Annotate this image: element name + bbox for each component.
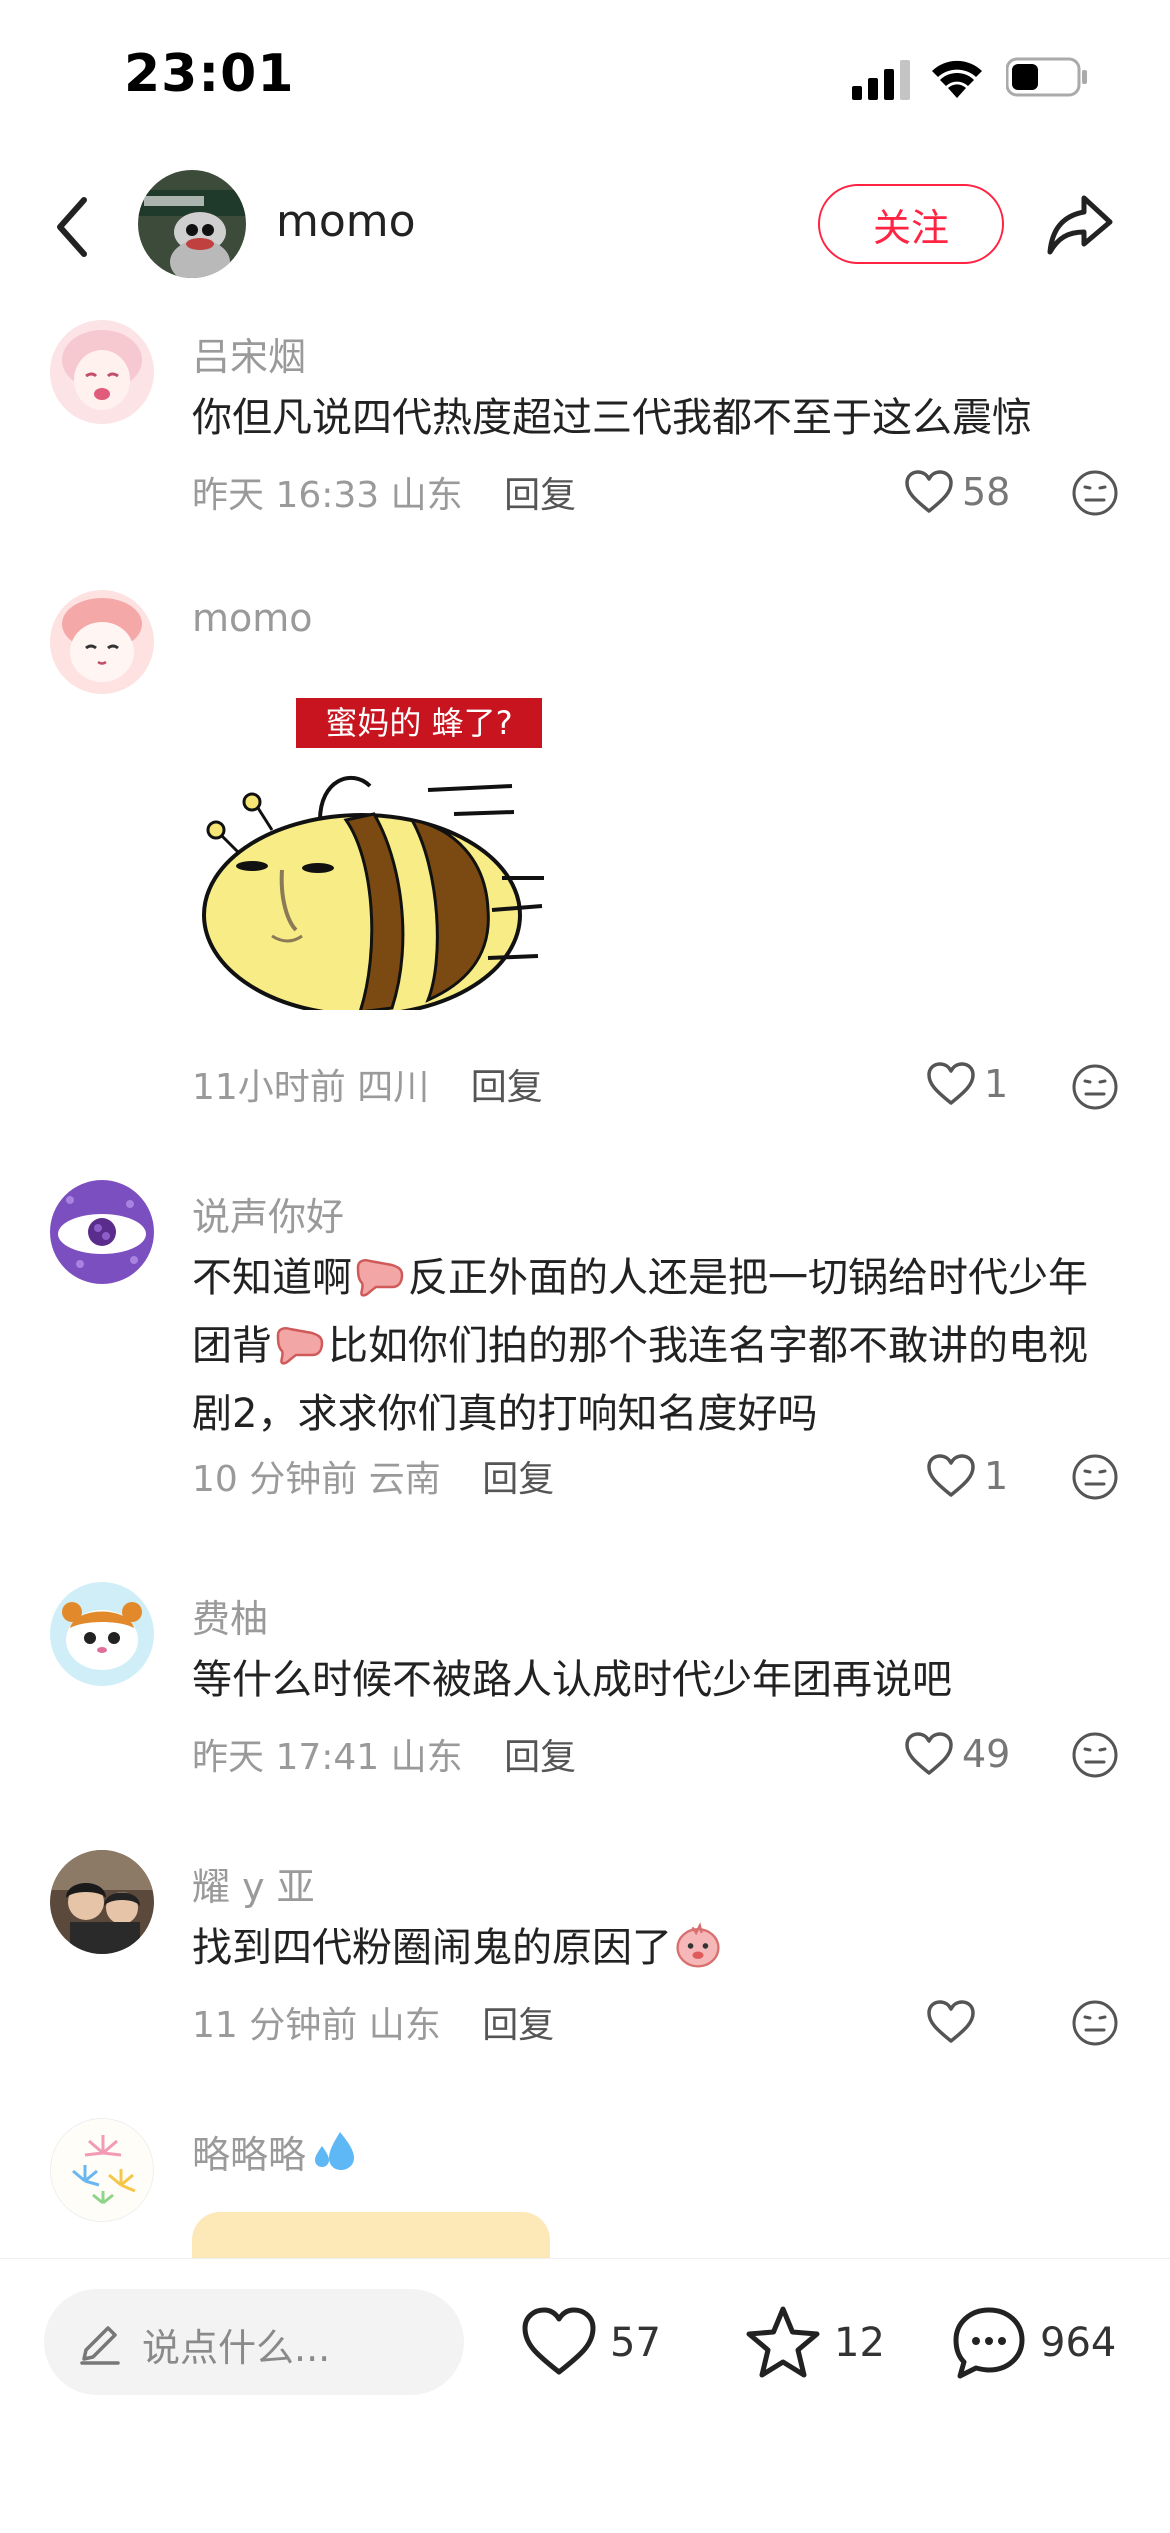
comment-location: 云南 xyxy=(368,1459,441,1500)
react-face-icon[interactable] xyxy=(1070,1730,1120,1780)
author-name[interactable]: momo xyxy=(276,196,416,247)
follow-button[interactable]: 关注 xyxy=(818,184,1004,264)
reply-button[interactable]: 回复 xyxy=(482,2005,554,2046)
comment-location: 山东 xyxy=(390,475,463,516)
thumbs-down-emoji-icon xyxy=(276,1327,324,1365)
comment-text: 不知道啊 反正外面的人还是把一切锅给时代少年团背 比如你们拍的那个我连名字都不敢讲的… xyxy=(192,1244,1122,1448)
comment-location: 四川 xyxy=(357,1067,430,1108)
comment-text-part: 找到四代粉圈闹鬼的原因了 xyxy=(192,1925,672,1971)
comment-time: 10 分钟前 xyxy=(192,1459,358,1500)
battery-icon xyxy=(1006,57,1087,97)
comment-meta: 昨天 17:41 山东 回复 xyxy=(192,1728,576,1780)
heart-icon xyxy=(522,2307,596,2375)
comment-meta: 10 分钟前 云南 回复 xyxy=(192,1450,554,1502)
comment-input-placeholder: 说点什么... xyxy=(142,2326,331,2370)
heart-icon xyxy=(927,2000,975,2043)
author-avatar[interactable] xyxy=(138,170,246,278)
scared-face-emoji-icon xyxy=(676,1922,720,1968)
commenter-avatar[interactable] xyxy=(50,2118,154,2222)
like-count: 1 xyxy=(984,1454,1009,1498)
comment-location: 山东 xyxy=(390,1737,463,1778)
star-count: 12 xyxy=(834,2320,885,2366)
like-button[interactable] xyxy=(926,1994,976,2050)
comment-time: 昨天 16:33 xyxy=(192,475,380,516)
comment-text-part: 不知道啊 xyxy=(192,1255,352,1301)
comment-text: 找到四代粉圈闹鬼的原因了 xyxy=(192,1914,1122,1982)
react-face-icon[interactable] xyxy=(1070,1452,1120,1502)
thumbs-down-emoji-icon xyxy=(356,1259,404,1297)
commenter-name[interactable]: 耀 y 亚 xyxy=(192,1856,315,1911)
like-button[interactable]: 58 xyxy=(904,464,1010,520)
commenter-name[interactable]: 略略略 xyxy=(192,2124,362,2179)
bottom-action-bar: 说点什么... 57 12 964 xyxy=(0,2258,1170,2533)
like-post-button[interactable]: 57 xyxy=(520,2303,661,2383)
comment-time: 11小时前 xyxy=(192,1067,346,1108)
react-face-icon[interactable] xyxy=(1070,468,1120,518)
commenter-name[interactable]: 吕宋烟 xyxy=(192,326,306,381)
comment-meta: 昨天 16:33 山东 回复 xyxy=(192,466,576,518)
post-header: momo 关注 xyxy=(0,160,1170,290)
commenter-name[interactable]: 说声你好 xyxy=(192,1186,344,1241)
commenter-name[interactable]: momo xyxy=(192,596,313,640)
comment-time: 昨天 17:41 xyxy=(192,1737,380,1778)
comment-count: 964 xyxy=(1040,2320,1117,2366)
wifi-icon xyxy=(932,60,982,98)
signal-icon xyxy=(852,60,910,100)
like-count: 57 xyxy=(610,2320,661,2366)
react-face-icon[interactable] xyxy=(1070,1062,1120,1112)
like-button[interactable]: 49 xyxy=(904,1726,1010,1782)
commenter-avatar[interactable] xyxy=(50,590,154,694)
comment-meta: 11 分钟前 山东 回复 xyxy=(192,1996,554,2048)
reply-button[interactable]: 回复 xyxy=(504,1737,576,1778)
heart-icon xyxy=(905,1732,953,1775)
heart-icon xyxy=(905,470,953,513)
share-icon[interactable] xyxy=(1044,188,1116,260)
status-time: 23:01 xyxy=(124,44,295,104)
reply-button[interactable]: 回复 xyxy=(471,1067,543,1108)
reply-button[interactable]: 回复 xyxy=(482,1459,554,1500)
like-count: 49 xyxy=(962,1732,1011,1776)
comment-input[interactable]: 说点什么... xyxy=(44,2289,464,2395)
commenter-name-text: 略略略 xyxy=(192,2133,307,2177)
commenter-avatar[interactable] xyxy=(50,320,154,424)
like-count: 58 xyxy=(962,470,1011,514)
pencil-icon xyxy=(80,2326,120,2365)
react-face-icon[interactable] xyxy=(1070,1998,1120,2048)
like-count: 1 xyxy=(984,1062,1009,1106)
comment-text: 等什么时候不被路人认成时代少年团再说吧 xyxy=(192,1657,952,1703)
status-bar: 23:01 xyxy=(0,0,1170,150)
back-chevron-icon[interactable] xyxy=(52,194,92,260)
commenter-name[interactable]: 费柚 xyxy=(192,1588,268,1643)
like-button[interactable]: 1 xyxy=(926,1056,1008,1112)
collect-button[interactable]: 12 xyxy=(744,2303,885,2383)
comment-bubble-icon xyxy=(953,2307,1025,2379)
heart-icon xyxy=(927,1062,975,1105)
comment-time: 11 分钟前 xyxy=(192,2005,358,2046)
bee-sticker-image: 蜜妈的 蜂了? xyxy=(202,698,544,1010)
like-button[interactable]: 1 xyxy=(926,1448,1008,1504)
comments-button[interactable]: 964 xyxy=(950,2303,1116,2383)
heart-icon xyxy=(927,1454,975,1497)
sweat-droplets-emoji-icon xyxy=(315,2132,355,2170)
sticker-caption: 蜜妈的 蜂了? xyxy=(325,704,512,742)
star-icon xyxy=(746,2306,820,2378)
reply-button[interactable]: 回复 xyxy=(504,475,576,516)
comment-meta: 11小时前 四川 回复 xyxy=(192,1058,543,1110)
commenter-avatar[interactable] xyxy=(50,1850,154,1954)
commenter-avatar[interactable] xyxy=(50,1582,154,1686)
comment-text: 你但凡说四代热度超过三代我都不至于这么震惊 xyxy=(192,395,1032,441)
commenter-avatar[interactable] xyxy=(50,1180,154,1284)
comment-location: 山东 xyxy=(368,2005,441,2046)
